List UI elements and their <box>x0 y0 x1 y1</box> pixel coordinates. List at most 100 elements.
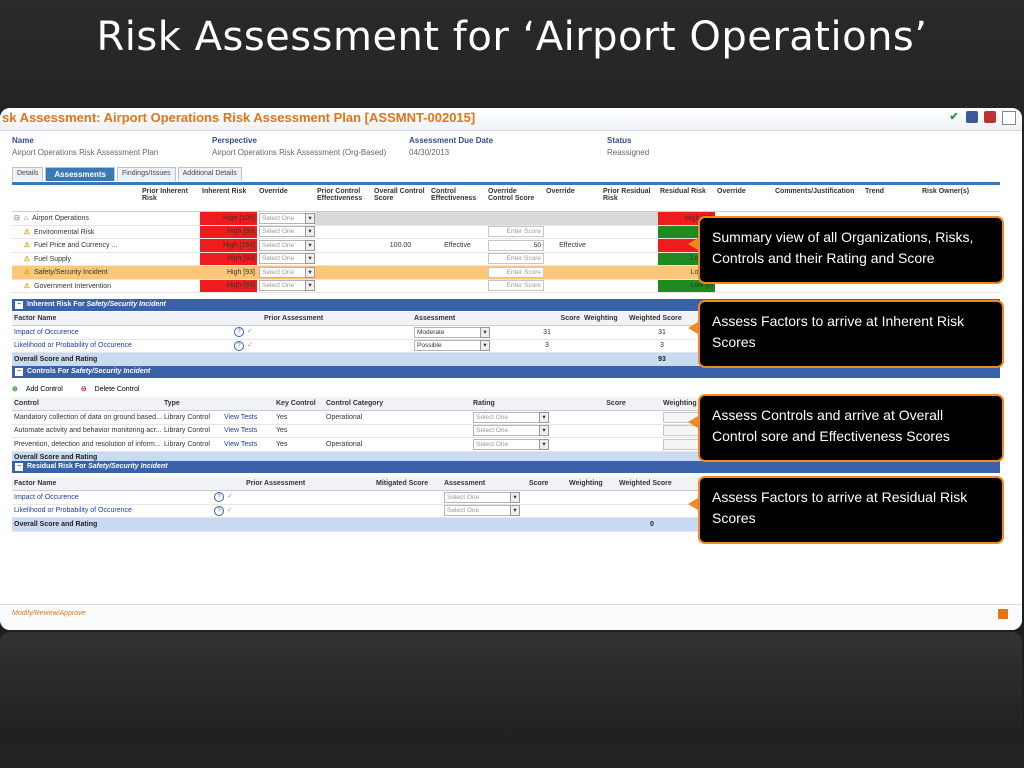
check-icon[interactable]: ✓ <box>247 328 253 335</box>
app-screenshot: sk Assessment: Airport Operations Risk A… <box>0 108 1022 630</box>
warning-icon: ⚠ <box>23 255 31 263</box>
rating-select[interactable]: Select One <box>473 425 549 437</box>
assessment-select[interactable]: Moderate <box>414 326 490 338</box>
col-header: Prior Assessment <box>262 312 412 326</box>
col-header: Score <box>512 312 582 326</box>
col-header: Prior Assessment <box>244 477 374 491</box>
row-name: Fuel Price and Currency ... <box>34 242 118 250</box>
app-header: sk Assessment: Airport Operations Risk A… <box>0 108 1022 131</box>
collapse-icon[interactable]: − <box>15 368 23 376</box>
col-header: Override Control Score <box>486 185 544 212</box>
col-header: Assessment <box>442 477 527 491</box>
check-icon[interactable]: ✓ <box>227 507 233 514</box>
override-score-input[interactable]: Enter Score <box>488 226 544 238</box>
header-actions: ✔ <box>948 111 1016 125</box>
collapse-icon[interactable]: − <box>15 301 23 309</box>
tab-additional-details[interactable]: Additional Details <box>177 167 242 181</box>
record-meta: Name Airport Operations Risk Assessment … <box>12 136 1022 160</box>
col-header: Mitigated Score <box>374 477 442 491</box>
inherent-rating: High [93] <box>200 279 257 293</box>
delete-control-button[interactable]: ⊖ Delete Control <box>81 386 148 393</box>
col-header: Inherent Risk <box>200 185 257 212</box>
col-header <box>222 397 274 411</box>
total-label: Overall Score and Rating <box>12 517 617 532</box>
col-header: Score <box>571 397 661 411</box>
override-select[interactable]: Select One <box>259 212 315 224</box>
col-header <box>12 185 140 212</box>
col-header: Assessment <box>412 312 512 326</box>
override-score-input[interactable]: Enter Score <box>488 266 544 278</box>
tab-assessments[interactable]: Assessments <box>45 167 115 181</box>
override-select[interactable]: Select One <box>259 226 315 238</box>
assessment-select[interactable]: Select One <box>444 505 520 517</box>
factor-name[interactable]: Likelihood or Probability of Occurence <box>12 504 212 518</box>
check-icon[interactable]: ✔ <box>948 111 960 123</box>
org-icon: ⌂ <box>23 215 29 223</box>
footer-bar: Modify/Review/Approve <box>0 604 1022 630</box>
col-header: Weighted Score <box>627 312 697 326</box>
control-effectiveness: Effective <box>429 238 486 253</box>
tree-toggle-icon[interactable]: ⊟ <box>14 215 20 222</box>
document-icon[interactable] <box>1002 111 1016 125</box>
inherent-rating: High [153] <box>200 238 257 253</box>
control-type: Library Control <box>162 437 222 452</box>
factor-name[interactable]: Likelihood or Probability of Occurence <box>12 339 232 353</box>
key-control: Yes <box>274 437 324 452</box>
col-header: Key Control <box>274 397 324 411</box>
col-header: Control Category <box>324 397 471 411</box>
control-type: Library Control <box>162 424 222 438</box>
row-name: Fuel Supply <box>34 255 71 263</box>
col-header: Factor Name <box>12 477 212 491</box>
help-icon[interactable]: ? <box>214 492 224 503</box>
assessment-select[interactable]: Possible <box>414 340 490 352</box>
help-icon[interactable]: ? <box>234 340 244 351</box>
tab-details[interactable]: Details <box>12 167 44 181</box>
factor-name[interactable]: Impact of Occurence <box>12 325 232 340</box>
rating-select[interactable]: Select One <box>473 438 549 450</box>
override-select[interactable]: Select One <box>259 266 315 278</box>
collapse-icon[interactable]: − <box>15 463 23 471</box>
check-icon[interactable]: ✓ <box>227 493 233 500</box>
col-header: Weighting <box>567 477 617 491</box>
override-select[interactable]: Select One <box>259 253 315 265</box>
save-icon[interactable] <box>966 111 978 123</box>
row-name: Airport Operations <box>32 215 89 223</box>
residual-risk-section-header[interactable]: − Residual Risk For Safety/Security Incid… <box>12 461 1000 473</box>
row-name: Government Intervention <box>34 282 112 290</box>
warning-icon: ⚠ <box>23 228 31 236</box>
override-select[interactable]: Select One <box>259 280 315 292</box>
warning-icon: ⚠ <box>23 242 31 250</box>
total-score: 93 <box>627 352 697 367</box>
col-header: Prior Control Effectiveness <box>315 185 372 212</box>
rating-select[interactable]: Select One <box>473 411 549 423</box>
control-name: Mandatory collection of data on ground b… <box>12 410 162 425</box>
add-control-button[interactable]: ⊕ Add Control <box>12 386 71 393</box>
save-close-icon[interactable] <box>984 111 996 123</box>
help-icon[interactable]: ? <box>234 327 244 338</box>
callout-summary: Summary view of all Organizations, Risks… <box>688 216 1004 284</box>
key-control: Yes <box>274 410 324 425</box>
total-label: Overall Score and Rating <box>12 352 627 367</box>
override-select[interactable]: Select One <box>259 239 315 251</box>
warning-icon: ⚠ <box>23 269 31 277</box>
col-header: Control <box>12 397 162 411</box>
view-tests-link[interactable]: View Tests <box>222 424 274 438</box>
col-header: Trend <box>863 185 920 212</box>
tab-findings[interactable]: Findings/Issues <box>117 167 176 181</box>
override-score-input[interactable]: 50 <box>488 239 544 251</box>
control-name: Prevention, detection and resolution of … <box>12 437 162 452</box>
footer-icon[interactable] <box>998 609 1008 619</box>
col-header: Weighting <box>582 312 627 326</box>
col-header: Prior Residual Risk <box>601 185 658 212</box>
override-score-input[interactable]: Enter Score <box>488 280 544 292</box>
modify-review-approve-link[interactable]: Modify/Review/Approve <box>12 610 86 617</box>
col-header: Override <box>544 185 601 212</box>
view-tests-link[interactable]: View Tests <box>222 437 274 452</box>
assessment-select[interactable]: Select One <box>444 491 520 503</box>
view-tests-link[interactable]: View Tests <box>222 410 274 425</box>
grid-header-row: Prior Inherent Risk Inherent Risk Overri… <box>12 185 1000 212</box>
override-score-input[interactable]: Enter Score <box>488 253 544 265</box>
factor-name[interactable]: Impact of Occurence <box>12 490 212 505</box>
help-icon[interactable]: ? <box>214 505 224 516</box>
check-icon[interactable]: ✓ <box>247 342 253 349</box>
